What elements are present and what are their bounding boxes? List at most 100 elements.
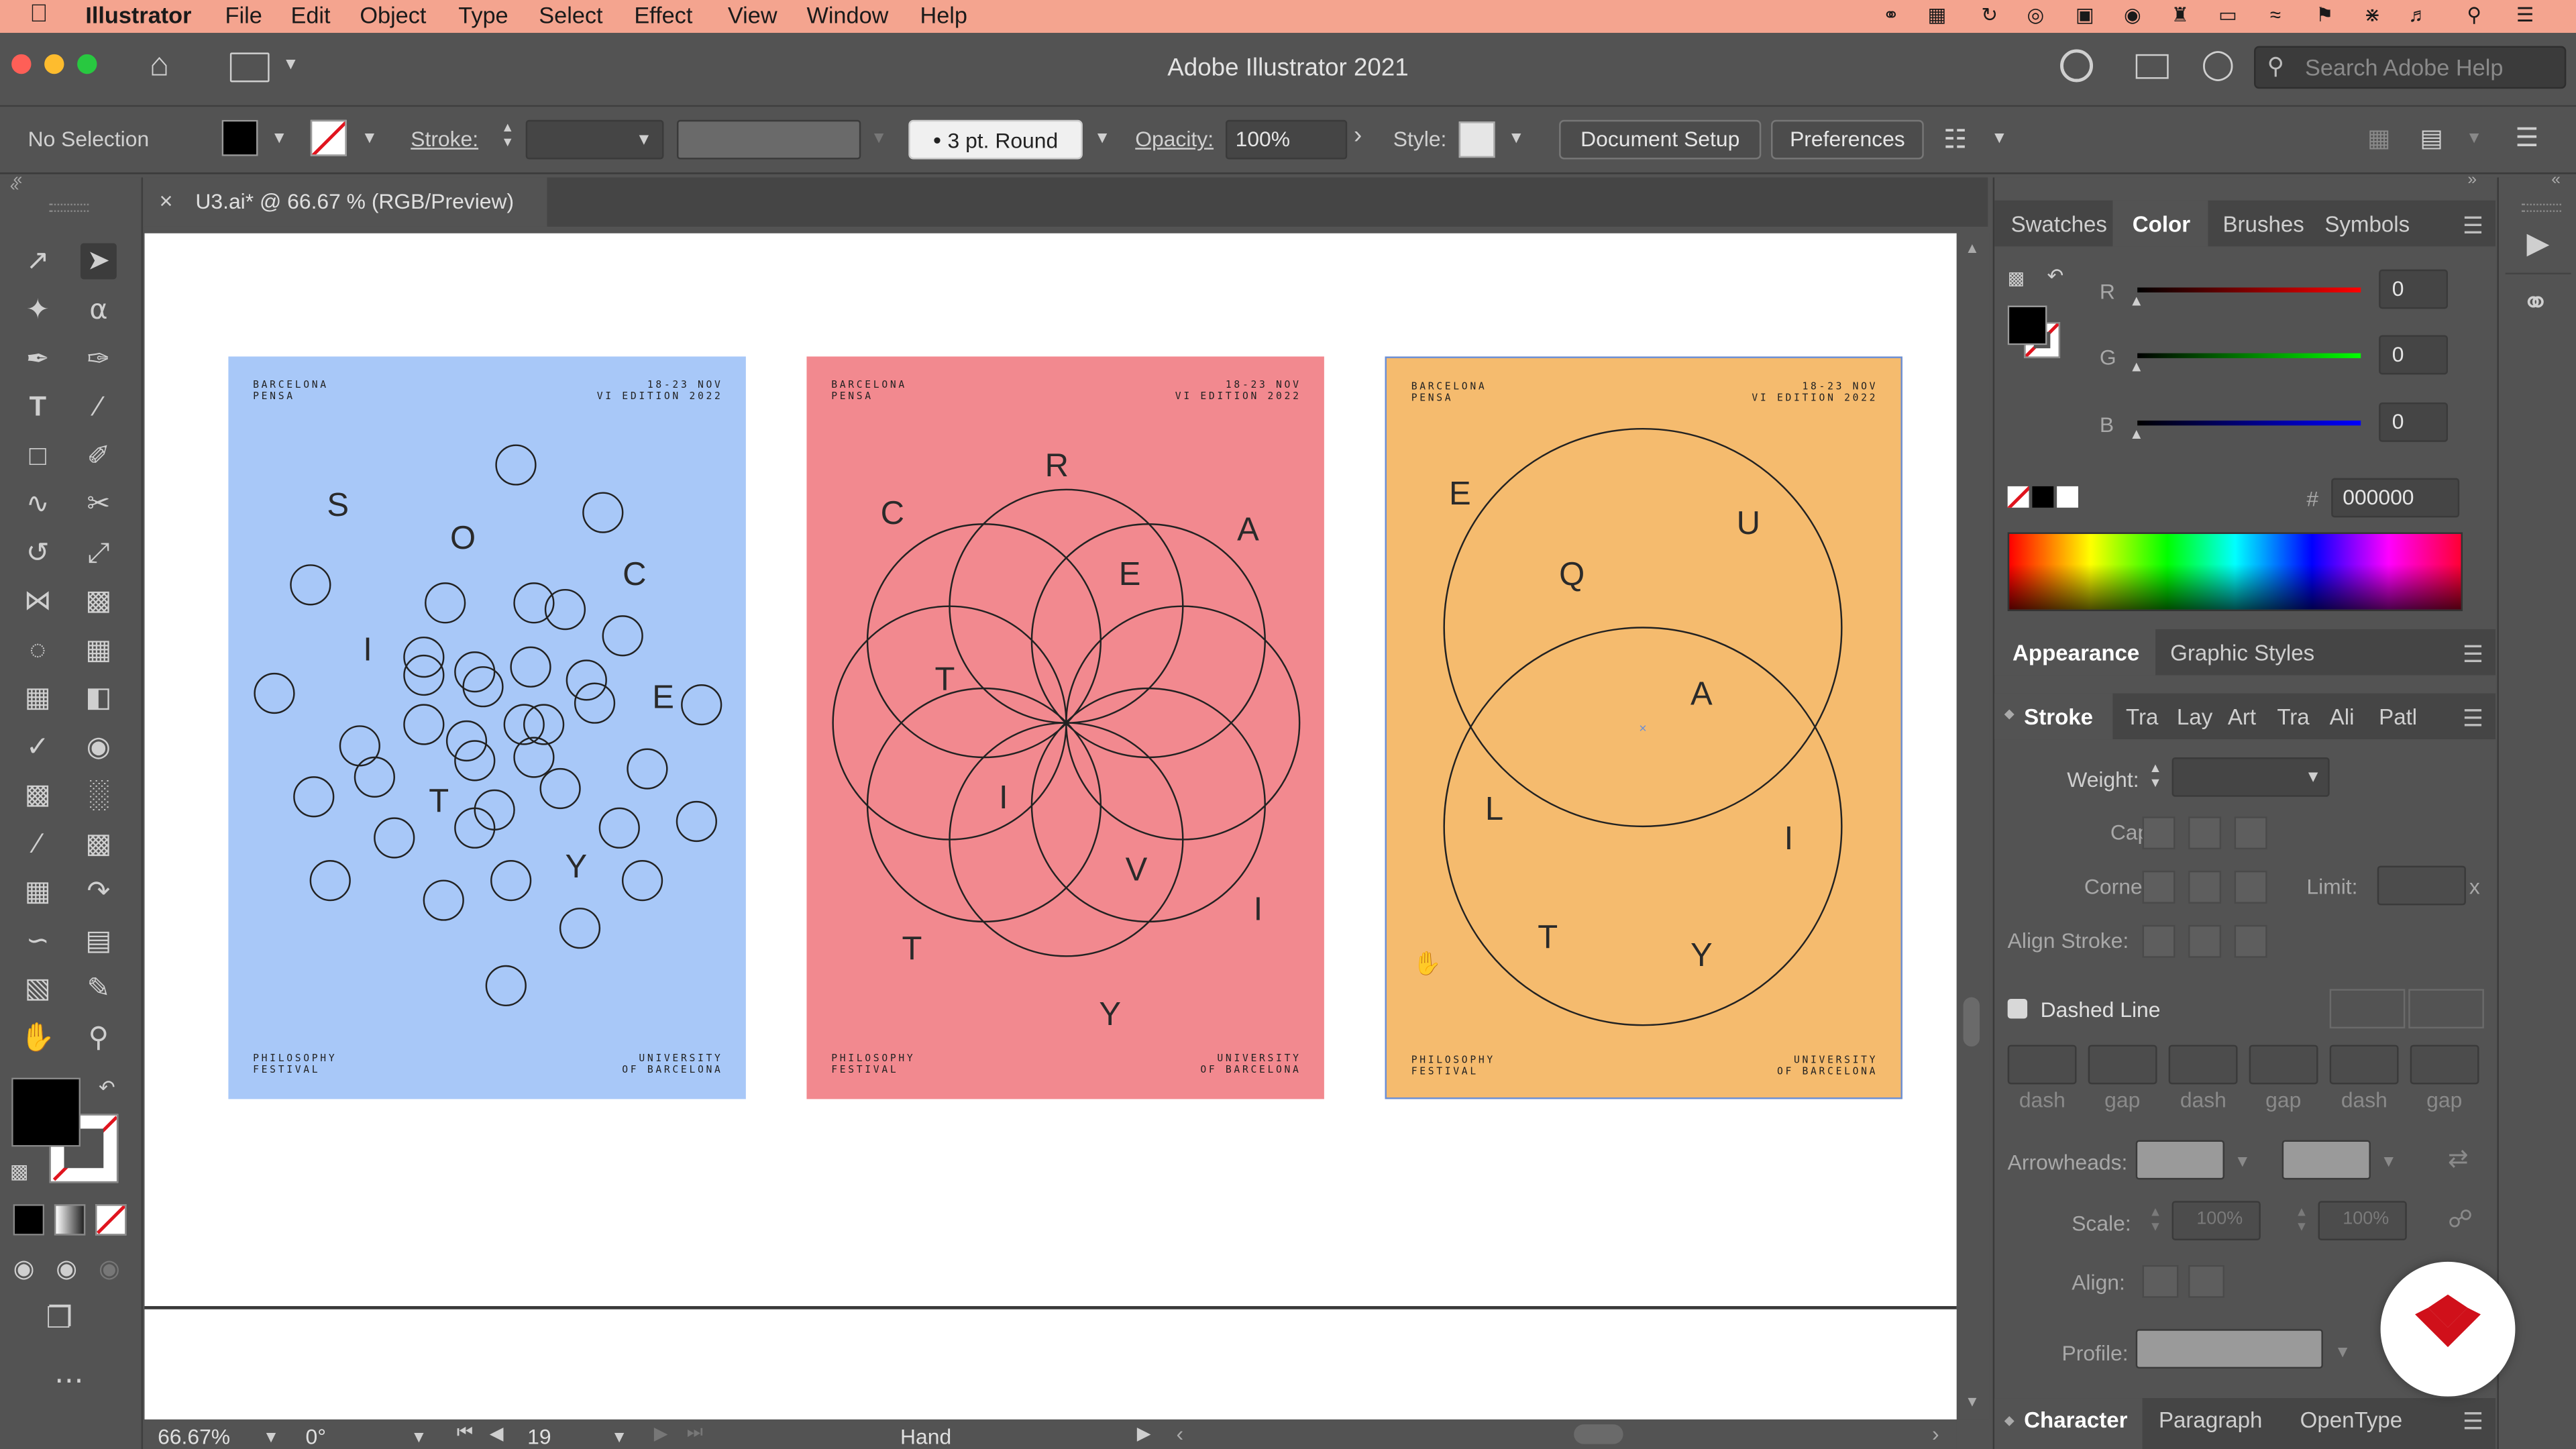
miter-join-icon[interactable] <box>2142 870 2176 904</box>
bookmark-icon[interactable]: ♜ <box>2169 4 2192 26</box>
horizontal-scroll-thumb[interactable] <box>1574 1424 1623 1444</box>
dash-field-2[interactable] <box>2168 1044 2238 1085</box>
align-dash-icon[interactable] <box>2408 989 2484 1029</box>
width-tool-icon[interactable]: ⋈ <box>19 583 56 619</box>
tab-paragraph[interactable]: Paragraph <box>2159 1408 2262 1433</box>
stroke-panel-menu-icon[interactable]: ☰ <box>2463 705 2485 733</box>
draw-inside-icon[interactable]: ◉ <box>99 1254 120 1283</box>
edit-toolbar-icon[interactable]: ⋯ <box>54 1364 84 1398</box>
tab-artboards[interactable]: Art <box>2228 705 2256 730</box>
arrange-documents-icon[interactable] <box>2135 54 2169 79</box>
butt-cap-icon[interactable] <box>2142 816 2176 850</box>
easy-access-chevron-icon[interactable]: ▼ <box>1991 129 2007 148</box>
align-center-icon[interactable] <box>2142 924 2176 958</box>
tab-transform[interactable]: Tra <box>2277 705 2309 730</box>
slice-tool-icon[interactable]: ∕ <box>19 826 56 863</box>
actions-play-icon[interactable]: ▶ <box>2527 227 2550 261</box>
fill-swatch[interactable] <box>221 119 258 156</box>
properties-list-icon[interactable]: ☰ <box>2515 121 2538 154</box>
menu-type[interactable]: Type <box>458 1 508 28</box>
stroke-stepper-icon[interactable]: ▲ ▼ <box>501 120 514 150</box>
next-artboard-icon[interactable]: ▶ <box>654 1423 668 1444</box>
default-colors-icon[interactable]: ▩ <box>10 1160 29 1183</box>
scissors-icon[interactable]: ✂ <box>80 486 117 523</box>
arrow-extend-icon[interactable] <box>2142 1265 2179 1298</box>
free-transform-icon[interactable]: ▩ <box>80 583 117 619</box>
menu-edit[interactable]: Edit <box>290 1 330 28</box>
bluetooth-icon[interactable]: ⋇ <box>2361 4 2383 26</box>
extension-icon[interactable]: ◉ <box>2121 4 2144 26</box>
scale-tool-icon[interactable]: ⤢ <box>80 535 117 572</box>
dash-field-3[interactable] <box>2329 1044 2399 1085</box>
first-artboard-icon[interactable]: ⏮ <box>457 1423 473 1444</box>
swap-fill-stroke-icon[interactable]: ↶ <box>99 1076 115 1099</box>
rotation-value[interactable]: 0° <box>306 1424 326 1449</box>
weight-field[interactable]: ▼ <box>2171 757 2330 797</box>
eyedropper-icon[interactable]: ✓ <box>19 729 56 765</box>
document-setup-button[interactable]: Document Setup <box>1559 119 1762 160</box>
tab-graphic-styles[interactable]: Graphic Styles <box>2170 641 2314 665</box>
arrow-at-end-icon[interactable] <box>2188 1265 2224 1298</box>
lightbulb-icon[interactable]: ◯ <box>2202 48 2235 82</box>
scale-stepper-1-icon[interactable]: ▲ ▼ <box>2149 1204 2161 1234</box>
weight-stepper-icon[interactable]: ▲ ▼ <box>2149 761 2161 790</box>
close-tab-icon[interactable]: × <box>160 187 173 213</box>
dashed-line-checkbox[interactable] <box>2007 998 2028 1019</box>
crop-tool-icon[interactable]: ▧ <box>19 971 56 1007</box>
tab-color[interactable]: Color <box>2133 212 2190 237</box>
distribute-icon[interactable]: ▤ <box>2420 123 2443 153</box>
warp-tool-icon[interactable]: ↷ <box>80 874 117 910</box>
fill-color-front[interactable] <box>11 1077 81 1147</box>
shield-icon[interactable]: ▣ <box>2074 4 2096 26</box>
opacity-label[interactable]: Opacity: <box>1135 127 1214 152</box>
apple-icon[interactable]:  <box>30 0 48 28</box>
artboard-tool-icon[interactable]: ▦ <box>19 874 56 910</box>
scale-field-1[interactable]: 100% <box>2171 1201 2261 1240</box>
character-menu-icon[interactable]: ☰ <box>2463 1408 2485 1436</box>
color-panel-menu-icon[interactable]: ☰ <box>2463 212 2485 240</box>
stroke-chevron-icon[interactable]: ▼ <box>362 129 378 148</box>
menu-select[interactable]: Select <box>539 1 602 28</box>
artboard-society[interactable]: BARCELONA PENSA 18-23 NOV VI EDITION 2022 PH… <box>228 356 746 1099</box>
character-collapse-icon[interactable]: ◆ <box>2004 1413 2015 1428</box>
gap-field-3[interactable] <box>2410 1044 2479 1085</box>
brush-definition-dropdown[interactable]: • 3 pt. Round <box>908 119 1083 160</box>
flag-icon[interactable]: ⚑ <box>2313 4 2336 26</box>
panel-fill-swatch[interactable] <box>2007 305 2047 345</box>
expand-panels-icon[interactable]: » <box>2467 171 2477 189</box>
type-tool-icon[interactable]: T <box>19 389 56 425</box>
hand-tool-icon[interactable]: ✋ <box>19 1020 56 1057</box>
puppet-warp-icon[interactable]: ∽ <box>19 923 56 959</box>
none-color-chip[interactable] <box>2007 486 2029 508</box>
easy-access-icon[interactable]: ☷ <box>1943 123 1967 156</box>
green-slider[interactable] <box>2137 353 2361 358</box>
tab-brushes[interactable]: Brushes <box>2222 212 2304 237</box>
hex-field[interactable]: 000000 <box>2331 478 2460 518</box>
menu-window[interactable]: Window <box>806 1 888 28</box>
r-value-field[interactable]: 0 <box>2379 269 2449 309</box>
canvas-lower-area[interactable] <box>144 1309 1957 1419</box>
zoom-chevron-icon[interactable]: ▼ <box>263 1430 279 1448</box>
line-tool-icon[interactable]: ∕ <box>80 389 117 425</box>
red-slider[interactable] <box>2137 287 2361 292</box>
lasso-icon[interactable]: ⍺ <box>80 292 117 329</box>
zoom-tool-icon[interactable]: ⚲ <box>80 1020 117 1057</box>
volume-icon[interactable]: ♬ <box>2407 4 2430 26</box>
toolbar-grip[interactable] <box>49 203 89 212</box>
scale-stepper-2-icon[interactable]: ▲ ▼ <box>2295 1204 2308 1234</box>
last-artboard-icon[interactable]: ⏭ <box>687 1423 703 1444</box>
preserve-dash-icon[interactable] <box>2329 989 2406 1029</box>
round-cap-icon[interactable] <box>2188 816 2222 850</box>
shaper-tool-icon[interactable]: ∿ <box>19 486 56 523</box>
align-chevron-icon[interactable]: ▼ <box>2466 129 2482 148</box>
menu-effect[interactable]: Effect <box>634 1 692 28</box>
graph-tool-icon[interactable]: ░ <box>80 777 117 813</box>
profile-select-chevron-icon[interactable]: ▼ <box>2334 1344 2351 1362</box>
wifi-icon[interactable]: ≈ <box>2264 4 2287 26</box>
creative-cloud-icon[interactable]: ⚭ <box>1880 4 1902 26</box>
selection-tool-icon[interactable]: ↗ <box>19 243 56 279</box>
tab-symbols[interactable]: Symbols <box>2324 212 2410 237</box>
previous-artboard-icon[interactable]: ◀ <box>490 1423 504 1444</box>
fill-chevron-icon[interactable]: ▼ <box>271 129 287 148</box>
zoom-level[interactable]: 66.67% <box>158 1424 230 1449</box>
